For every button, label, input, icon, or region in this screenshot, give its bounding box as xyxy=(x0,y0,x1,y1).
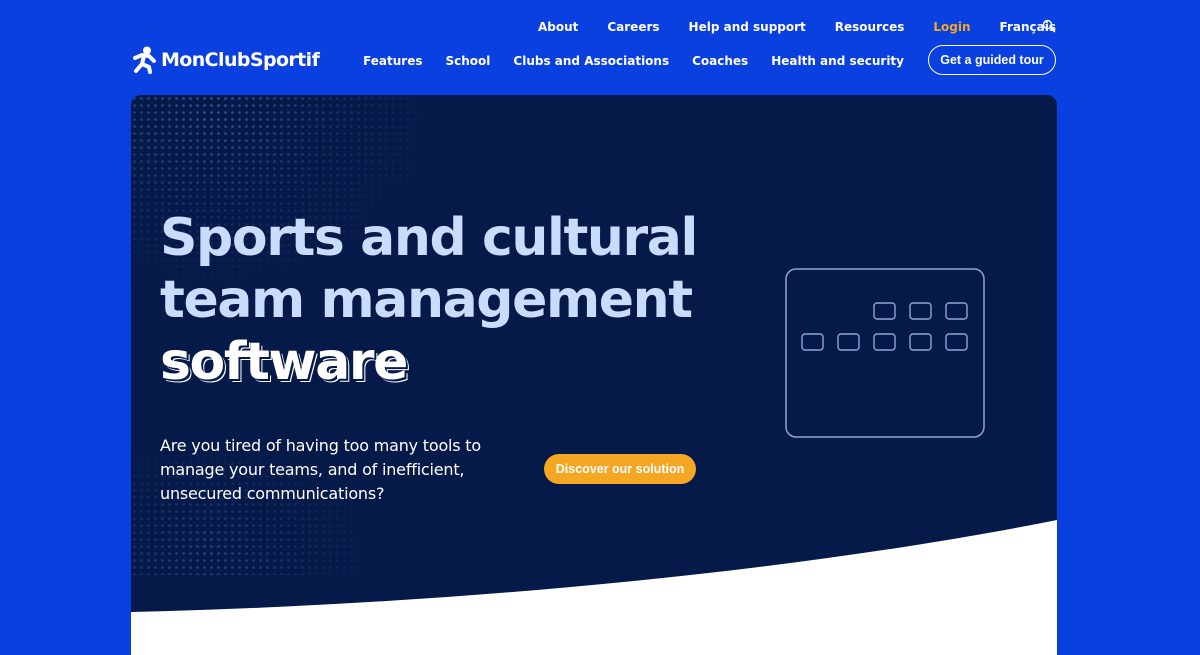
guided-tour-button[interactable]: Get a guided tour xyxy=(928,45,1056,75)
nav-health-security[interactable]: Health and security xyxy=(771,52,904,70)
top-link-resources[interactable]: Resources xyxy=(835,18,905,36)
top-links: About Careers Help and support Resources… xyxy=(509,18,1056,36)
top-link-about[interactable]: About xyxy=(538,18,578,36)
nav-coaches[interactable]: Coaches xyxy=(692,52,748,70)
top-link-help[interactable]: Help and support xyxy=(689,18,806,36)
runner-logo-icon xyxy=(133,46,156,74)
top-link-careers[interactable]: Careers xyxy=(607,18,659,36)
search-icon[interactable] xyxy=(1042,19,1056,33)
nav-clubs-associations[interactable]: Clubs and Associations xyxy=(513,52,669,70)
wave-divider xyxy=(131,520,1057,655)
nav-features[interactable]: Features xyxy=(363,52,422,70)
nav-school[interactable]: School xyxy=(446,52,491,70)
main-nav: Features School Clubs and Associations C… xyxy=(340,52,904,70)
site-logo[interactable]: MonClubSportif xyxy=(132,45,320,75)
hero-section: Sports and cultural team management soft… xyxy=(131,95,1057,655)
logo-text: MonClubSportif xyxy=(161,49,320,71)
top-link-login[interactable]: Login xyxy=(933,18,970,36)
